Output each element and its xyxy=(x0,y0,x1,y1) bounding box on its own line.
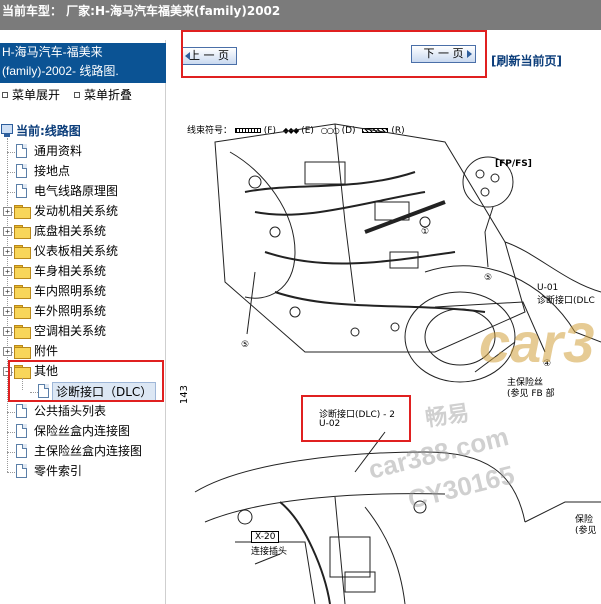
sidebar-title-line2: (family)-2002- 线路图. xyxy=(2,64,119,78)
expand-plus-icon[interactable]: + xyxy=(3,267,12,276)
x20-label: 连接插头 xyxy=(251,547,288,557)
document-icon xyxy=(16,464,27,478)
highlight-dlc2-box xyxy=(301,395,411,442)
tree-item-label: 公共插头列表 xyxy=(34,404,107,418)
watermark-cn: 畅易 xyxy=(423,400,471,431)
expand-plus-icon[interactable]: + xyxy=(3,247,12,256)
menu-expand-link[interactable]: 菜单展开 xyxy=(12,88,60,102)
tree-item-label: 车身相关系统 xyxy=(34,264,107,278)
fuse-right-ref: (参见 xyxy=(575,526,597,536)
u01-code: U-01 xyxy=(537,283,559,293)
folder-icon xyxy=(14,325,31,339)
folder-icon xyxy=(14,305,31,319)
tree-item-label: 通用资料 xyxy=(34,144,83,158)
expand-plus-icon[interactable]: + xyxy=(3,307,12,316)
tree-connector xyxy=(7,152,15,153)
highlight-tree-box xyxy=(8,360,164,402)
folder-icon xyxy=(14,225,31,239)
main-fuse-ref: (参见 FB 部 xyxy=(507,389,555,399)
document-icon xyxy=(16,404,27,418)
tree-item-label: 保险丝盒内连接图 xyxy=(34,424,131,438)
collapse-bullet-icon xyxy=(74,91,81,98)
tree-item-label: 空调相关系统 xyxy=(34,324,107,338)
expand-plus-icon[interactable]: + xyxy=(3,207,12,216)
u01-label: 诊断接口(DLC xyxy=(537,296,595,306)
tree-connector xyxy=(7,452,15,453)
tree-connector xyxy=(7,472,15,473)
refresh-page-link[interactable]: [刷新当前页] xyxy=(491,52,562,69)
expand-plus-icon[interactable]: + xyxy=(3,287,12,296)
document-icon xyxy=(16,184,27,198)
tree-item-label: 底盘相关系统 xyxy=(34,224,107,238)
sidebar: H-海马汽车-福美来 (family)-2002- 线路图. 菜单展开 菜单折叠 … xyxy=(0,40,166,604)
folder-icon xyxy=(14,285,31,299)
callout-5-top: ⑤ xyxy=(484,273,492,283)
document-icon xyxy=(16,164,27,178)
document-icon xyxy=(16,444,27,458)
document-icon xyxy=(16,424,27,438)
sidebar-title: H-海马汽车-福美来 (family)-2002- 线路图. xyxy=(0,43,166,83)
folder-icon xyxy=(14,345,31,359)
tree-connector xyxy=(7,192,15,193)
highlight-nav-box xyxy=(181,30,487,78)
tree-item-label: 主保险丝盒内连接图 xyxy=(34,444,143,458)
tree-connector xyxy=(7,412,15,413)
tree-item-label: 零件索引 xyxy=(34,464,83,478)
expand-bullet-icon xyxy=(2,91,8,98)
tree-root-label: 当前:线路图 xyxy=(16,124,81,138)
fpfs-label: [FP/FS] xyxy=(495,159,532,169)
tree-item-label: 接地点 xyxy=(34,164,71,178)
folder-icon xyxy=(14,245,31,259)
document-icon xyxy=(16,144,27,158)
tree-connector xyxy=(7,172,15,173)
tree-item-label: 附件 xyxy=(34,344,59,358)
tree-connector xyxy=(7,138,8,472)
tree-connector xyxy=(7,432,15,433)
expand-plus-icon[interactable]: + xyxy=(3,227,12,236)
expand-plus-icon[interactable]: + xyxy=(3,327,12,336)
x20-code: X-20 xyxy=(251,531,280,543)
callout-1: ① xyxy=(421,227,429,237)
menu-collapse-link[interactable]: 菜单折叠 xyxy=(84,88,132,102)
folder-icon xyxy=(14,265,31,279)
tree-item-label: 电气线路原理图 xyxy=(34,184,119,198)
folder-icon xyxy=(14,205,31,219)
content-pane: 上 一 页 下 一 页 [刷新当前页] 线束符号： (F) ◆◆◆ (E) ○○… xyxy=(167,30,601,604)
model-title-text: 当前车型： 厂家:H-海马汽车福美来(family)2002 xyxy=(2,4,281,18)
sidebar-title-line1: H-海马汽车-福美来 xyxy=(2,45,103,59)
tree-item-label: 发动机相关系统 xyxy=(34,204,119,218)
tree-item-label: 车外照明系统 xyxy=(34,304,107,318)
watermark-logo: car3 xyxy=(479,311,595,374)
expand-plus-icon[interactable]: + xyxy=(3,347,12,356)
tree-item-label: 车内照明系统 xyxy=(34,284,107,298)
model-title-bar: 当前车型： 厂家:H-海马汽车福美来(family)2002 xyxy=(0,0,601,30)
callout-5: ⑤ xyxy=(241,340,249,350)
tree-item-label: 仪表板相关系统 xyxy=(34,244,119,258)
computer-icon xyxy=(0,124,14,138)
menu-controls: 菜单展开 菜单折叠 xyxy=(0,86,166,104)
